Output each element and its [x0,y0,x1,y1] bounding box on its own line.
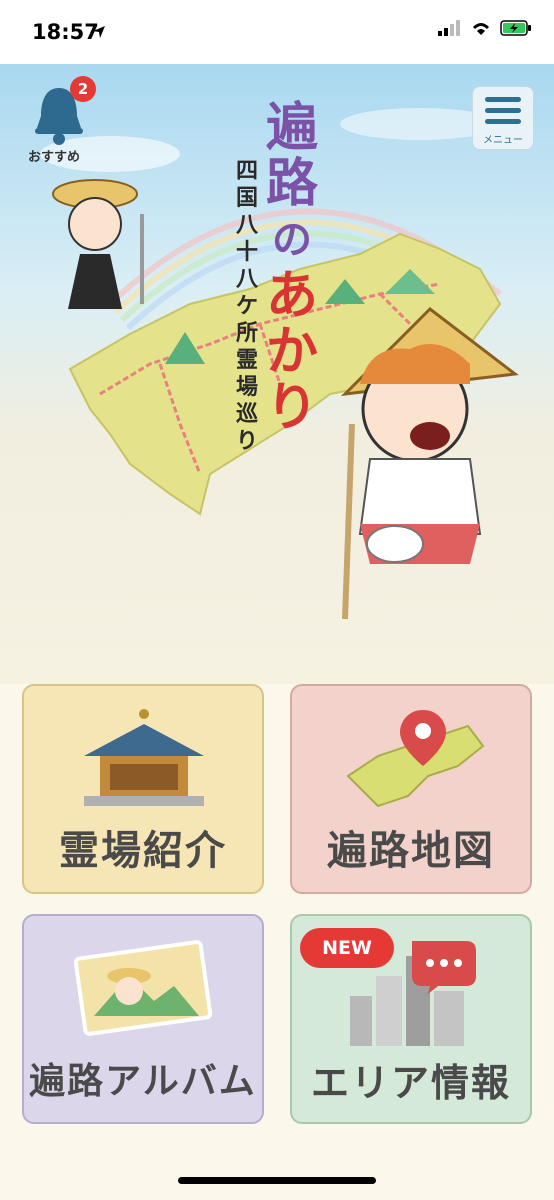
subtitle-char: 場 [235,375,258,400]
subtitle-char: 八 [235,213,258,238]
subtitle-char: ケ [235,294,258,319]
subtitle-char: 霊 [235,348,258,373]
logo-char: り [265,377,318,438]
logo-char: か [265,321,318,382]
status-time: 18:57 [32,20,99,44]
battery-charging-icon [500,20,531,36]
area-info-label: エリア情報 [310,1061,511,1105]
map-pin-icon [346,710,485,808]
logo-char: あ [265,265,318,326]
home-indicator [178,1177,376,1184]
subtitle-char: 十 [235,240,258,265]
menu-icon-bar [485,97,521,102]
pilgrimage-album-tile[interactable]: 遍路アルバム [22,914,264,1124]
bell-label: おすすめ [28,150,81,165]
temple-intro-tile[interactable]: 霊場紹介 [22,684,264,894]
new-badge: NEW [300,928,394,968]
status-icons [438,20,532,36]
app-logo-subtitle: 四 国 八 十 八 ケ 所 霊 場 巡 り [232,158,262,455]
pilgrimage-map-tile[interactable]: 遍路地図 [290,684,532,894]
subtitle-char: 所 [235,321,258,346]
logo-char: の [272,216,312,263]
status-bar: 18:57 [0,0,554,64]
subtitle-char: 国 [235,186,258,211]
app-logo-title: 遍 路 の あ か り [262,100,322,436]
subtitle-char: り [235,429,258,454]
logo-char: 遍 [265,97,318,158]
temple-intro-label: 霊場紹介 [59,828,227,874]
menu-label: メニュー [483,135,523,146]
photo-album-icon [74,940,213,1036]
subtitle-char: 八 [235,267,258,292]
subtitle-char: 巡 [235,402,258,427]
wifi-icon [473,23,489,35]
pilgrimage-album-label: 遍路アルバム [29,1061,257,1102]
logo-char: 路 [265,153,318,214]
pilgrimage-map-label: 遍路地図 [327,828,495,874]
temple-icon [84,709,204,806]
notification-badge: 2 [70,76,96,102]
signal-icon [438,20,460,36]
menu-icon-bar [485,108,521,113]
location-arrow-icon [93,26,105,38]
menu-icon-bar [485,119,521,124]
subtitle-char: 四 [235,159,258,184]
menu-button[interactable]: メニュー [472,86,534,150]
